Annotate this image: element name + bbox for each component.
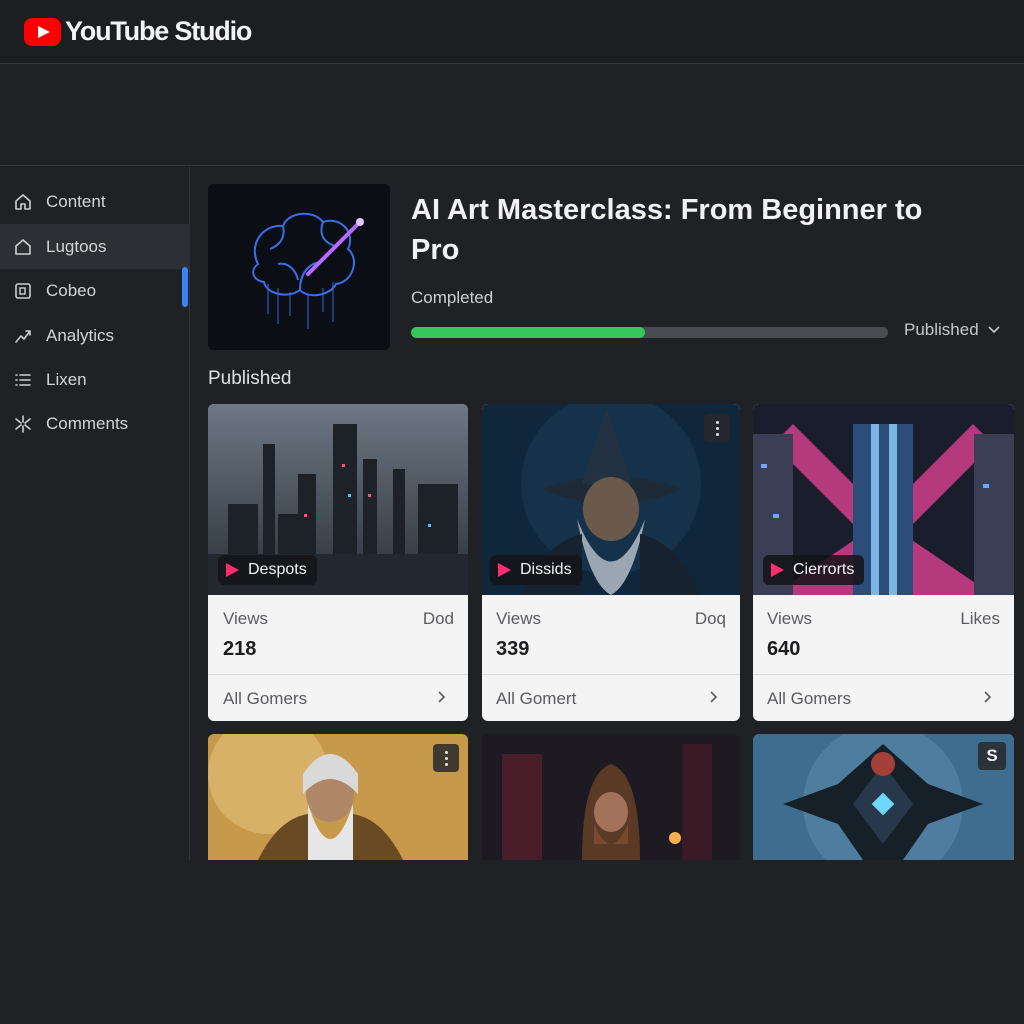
stat-value: 339: [496, 638, 530, 660]
video-card[interactable]: Despots Views Dod 218 All Gomers: [208, 404, 468, 721]
geometric-figure-image: [753, 734, 1014, 860]
badge-label: Despots: [248, 561, 307, 578]
hooded-figure-image: [482, 734, 740, 860]
card-link[interactable]: All Gomers: [767, 689, 851, 709]
home-icon: [12, 191, 34, 213]
more-options-button[interactable]: [704, 414, 730, 442]
video-card[interactable]: [482, 734, 740, 860]
empty-area: [0, 860, 1024, 1024]
sidebar-item-analytics[interactable]: Analytics: [0, 313, 190, 358]
chevron-right-icon[interactable]: [710, 691, 718, 703]
home-outline-icon: [12, 236, 34, 258]
scroll-indicator[interactable]: [182, 267, 188, 307]
progress-bar: [411, 327, 888, 338]
visibility-value: Published: [904, 320, 979, 339]
badge-label: Cierrorts: [793, 561, 855, 578]
sidebar-item-cobeo[interactable]: Cobeo: [0, 268, 190, 313]
visibility-dropdown[interactable]: Published: [904, 320, 1000, 340]
completion-status: Completed: [411, 288, 494, 307]
stat-label: Views: [496, 609, 542, 628]
sidebar-item-comments[interactable]: Comments: [0, 401, 190, 446]
play-icon: [771, 563, 784, 577]
stat-right-label: Dod: [422, 609, 454, 628]
divider: [482, 674, 740, 675]
progress-fill: [411, 327, 645, 338]
course-title: AI Art Masterclass: From Beginner to Pro: [411, 194, 923, 266]
play-badge[interactable]: Dissids: [490, 555, 582, 585]
play-badge[interactable]: Despots: [218, 555, 317, 585]
sidebar-item-lugtoos[interactable]: Lugtoos: [0, 224, 190, 269]
top-bar: YouTube Studio: [0, 0, 1024, 64]
s-badge[interactable]: S: [978, 742, 1006, 770]
brand-name: YouTube Studio: [65, 16, 252, 46]
list-icon: [12, 369, 34, 391]
play-icon: [226, 563, 239, 577]
sparkle-icon: [12, 413, 34, 435]
divider: [208, 674, 468, 675]
analytics-icon: [12, 325, 34, 347]
play-icon: [498, 563, 511, 577]
youtube-play-icon: [24, 17, 61, 46]
chevron-right-icon[interactable]: [984, 691, 992, 703]
youtube-studio-logo[interactable]: YouTube Studio: [24, 16, 252, 47]
sidebar-item-label: Analytics: [46, 325, 115, 345]
stat-right-label: Likes: [960, 609, 1000, 628]
sidebar-item-label: Lugtoos: [46, 236, 107, 256]
stat-right-label: Doq: [694, 609, 726, 628]
sidebar-item-lixen[interactable]: Lixen: [0, 357, 190, 402]
video-card[interactable]: Dissids Views Doq 339 All Gomert: [482, 404, 740, 721]
stat-value: 218: [223, 638, 257, 660]
header-band: [0, 65, 1024, 166]
sidebar: Content Lugtoos Cobeo Analytics Lixen Co…: [0, 167, 190, 860]
play-badge[interactable]: Cierrorts: [763, 555, 865, 585]
sidebar-item-label: Lixen: [46, 369, 87, 389]
neon-brain-icon: [208, 184, 390, 350]
video-card[interactable]: Cierrorts Views Likes 640 All Gomers: [753, 404, 1014, 721]
course-thumbnail[interactable]: [208, 184, 390, 350]
more-options-button[interactable]: [433, 744, 459, 772]
video-card[interactable]: S: [753, 734, 1014, 860]
badge-label: Dissids: [520, 561, 572, 578]
sidebar-item-label: Content: [46, 191, 106, 211]
video-card[interactable]: [208, 734, 468, 860]
sidebar-item-label: Comments: [46, 413, 129, 433]
card-link[interactable]: All Gomers: [223, 689, 307, 709]
stat-label: Views: [223, 609, 269, 628]
sidebar-item-content[interactable]: Content: [0, 179, 190, 224]
divider: [753, 674, 1014, 675]
square-icon: [12, 280, 34, 302]
section-heading: Published: [208, 368, 292, 389]
card-link[interactable]: All Gomert: [496, 689, 576, 709]
stat-value: 640: [767, 638, 801, 660]
chevron-down-icon: [988, 326, 1000, 334]
chevron-right-icon[interactable]: [438, 691, 446, 703]
stat-label: Views: [767, 609, 813, 628]
sidebar-item-label: Cobeo: [46, 280, 97, 300]
old-wizard-image: [208, 734, 468, 860]
